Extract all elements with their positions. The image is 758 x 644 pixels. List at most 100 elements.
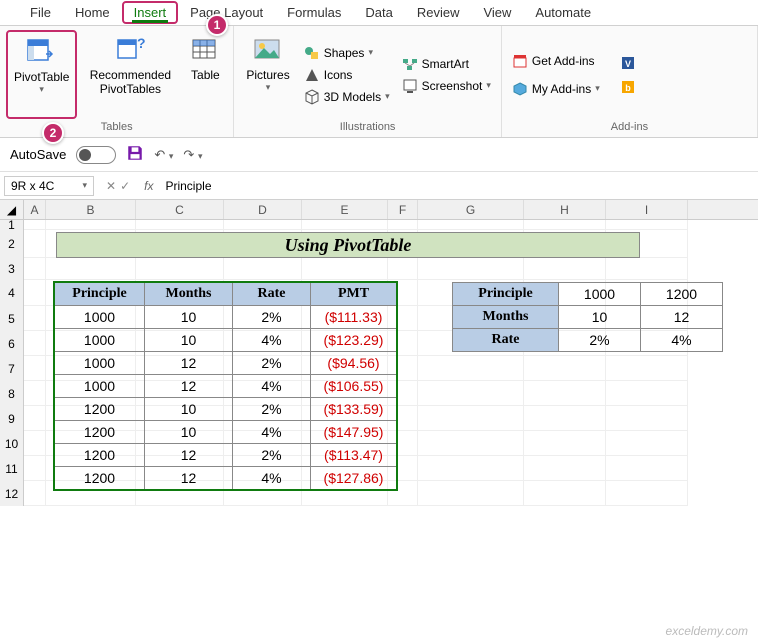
cell[interactable]: [606, 258, 688, 280]
cell[interactable]: [524, 481, 606, 506]
row-header[interactable]: 12: [0, 481, 24, 506]
row-header[interactable]: 3: [0, 258, 24, 280]
cell[interactable]: [24, 220, 46, 230]
shapes-button[interactable]: Shapes▾: [300, 43, 394, 63]
cell[interactable]: [24, 331, 46, 356]
tab-home[interactable]: Home: [63, 1, 122, 24]
cell[interactable]: [524, 381, 606, 406]
cell[interactable]: [524, 258, 606, 280]
formula-input[interactable]: Principle: [159, 177, 758, 195]
get-addins-button[interactable]: Get Add-ins: [508, 51, 604, 71]
row-header[interactable]: 5: [0, 306, 24, 331]
cell[interactable]: [418, 481, 524, 506]
table-row[interactable]: Rate2%4%: [453, 329, 723, 352]
tab-formulas[interactable]: Formulas: [275, 1, 353, 24]
cell[interactable]: [606, 356, 688, 381]
my-addins-button[interactable]: My Add-ins▾: [508, 79, 604, 99]
cell[interactable]: [224, 220, 302, 230]
table-cell[interactable]: ($133.59): [311, 398, 397, 421]
autosave-toggle[interactable]: [76, 146, 116, 164]
row-header[interactable]: 6: [0, 331, 24, 356]
cell[interactable]: [388, 220, 418, 230]
cell[interactable]: [24, 431, 46, 456]
table-row[interactable]: 1000124%($106.55): [55, 375, 397, 398]
cell[interactable]: [606, 456, 688, 481]
name-box[interactable]: 9R x 4C▾: [4, 176, 94, 196]
table-cell[interactable]: 2%: [233, 352, 311, 375]
table-cell[interactable]: 1000: [55, 306, 145, 329]
row-header[interactable]: 7: [0, 356, 24, 381]
table-row[interactable]: 1000122%($94.56): [55, 352, 397, 375]
cell[interactable]: [24, 258, 46, 280]
cell[interactable]: [524, 406, 606, 431]
table-cell[interactable]: 12: [145, 467, 233, 490]
table-row[interactable]: 1200122%($113.47): [55, 444, 397, 467]
table-cell[interactable]: 1000: [55, 375, 145, 398]
table-cell[interactable]: 2%: [233, 398, 311, 421]
cell[interactable]: [524, 220, 606, 230]
row-header[interactable]: 4: [0, 280, 24, 306]
cell[interactable]: [24, 230, 46, 258]
table-cell[interactable]: 10: [145, 398, 233, 421]
bing-icon[interactable]: b: [620, 79, 636, 95]
undo-button[interactable]: ↶ ▾: [154, 147, 173, 163]
row-header[interactable]: 11: [0, 456, 24, 481]
cell[interactable]: [524, 456, 606, 481]
table-cell[interactable]: 10: [145, 329, 233, 352]
side-data-table[interactable]: Principle10001200Months1012Rate2%4%: [452, 282, 723, 352]
enter-formula-icon[interactable]: ✓: [120, 179, 130, 193]
row-header[interactable]: 10: [0, 431, 24, 456]
cell[interactable]: [606, 481, 688, 506]
table-cell[interactable]: 12: [145, 444, 233, 467]
table-row[interactable]: 1000102%($111.33): [55, 306, 397, 329]
cell[interactable]: [302, 220, 388, 230]
cell[interactable]: [24, 406, 46, 431]
row-header[interactable]: 1: [0, 220, 24, 230]
cell[interactable]: [46, 220, 136, 230]
row-header[interactable]: 2: [0, 230, 24, 258]
cell[interactable]: [418, 456, 524, 481]
cell[interactable]: [418, 356, 524, 381]
row-header[interactable]: 8: [0, 381, 24, 406]
tab-file[interactable]: File: [18, 1, 63, 24]
table-row[interactable]: 1200124%($127.86): [55, 467, 397, 490]
col-header[interactable]: F: [388, 200, 418, 219]
col-header[interactable]: A: [24, 200, 46, 219]
table-button[interactable]: Table: [183, 30, 227, 119]
table-cell[interactable]: 4%: [233, 421, 311, 444]
pictures-button[interactable]: Pictures ▾: [240, 30, 295, 119]
table-cell[interactable]: 10: [559, 306, 641, 329]
cell[interactable]: [136, 258, 224, 280]
table-cell[interactable]: 4%: [233, 467, 311, 490]
smartart-button[interactable]: SmartArt: [398, 54, 495, 74]
cell[interactable]: [418, 381, 524, 406]
table-cell[interactable]: 1200: [55, 398, 145, 421]
tab-review[interactable]: Review: [405, 1, 472, 24]
table-cell[interactable]: 2%: [233, 444, 311, 467]
table-cell[interactable]: 2%: [233, 306, 311, 329]
cell[interactable]: [606, 431, 688, 456]
cell[interactable]: [24, 381, 46, 406]
table-cell[interactable]: ($94.56): [311, 352, 397, 375]
visio-icon[interactable]: V: [620, 55, 636, 71]
fx-icon[interactable]: fx: [138, 179, 159, 193]
cell[interactable]: [524, 431, 606, 456]
table-cell[interactable]: ($106.55): [311, 375, 397, 398]
col-header[interactable]: D: [224, 200, 302, 219]
table-row[interactable]: 1200102%($133.59): [55, 398, 397, 421]
cell[interactable]: [24, 481, 46, 506]
col-header[interactable]: B: [46, 200, 136, 219]
pivottable-button[interactable]: PivotTable ▾: [6, 30, 77, 119]
table-cell[interactable]: 1200: [55, 444, 145, 467]
select-all-corner[interactable]: ◢: [0, 200, 24, 219]
table-cell[interactable]: 2%: [559, 329, 641, 352]
screenshot-button[interactable]: Screenshot▾: [398, 76, 495, 96]
table-row[interactable]: 1200104%($147.95): [55, 421, 397, 444]
cell[interactable]: [24, 306, 46, 331]
table-cell[interactable]: ($111.33): [311, 306, 397, 329]
table-cell[interactable]: 1000: [55, 329, 145, 352]
col-header[interactable]: G: [418, 200, 524, 219]
table-row[interactable]: Principle10001200: [453, 283, 723, 306]
cancel-formula-icon[interactable]: ✕: [106, 179, 116, 193]
cell[interactable]: [302, 258, 388, 280]
